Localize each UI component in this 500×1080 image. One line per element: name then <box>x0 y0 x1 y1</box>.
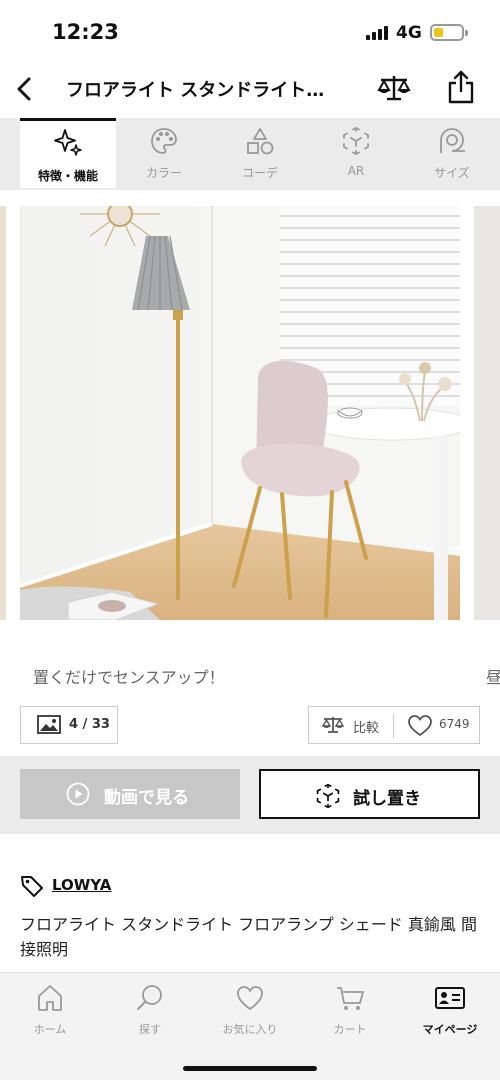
watch-video-label: 動画で見る <box>104 788 189 808</box>
tag-icon <box>20 874 44 898</box>
id-card-icon <box>435 983 465 1013</box>
product-title: フロアライト スタンドライト フロアランプ シェード 真鍮風 間接照明 <box>20 915 477 959</box>
palette-icon <box>149 126 179 156</box>
ar-cube-icon <box>315 783 341 809</box>
nav-label: ホーム <box>33 1023 67 1036</box>
tab-coordinate[interactable]: コーデ <box>212 118 308 188</box>
action-buttons-band: 動画で見る 試し置き <box>0 756 500 834</box>
battery-icon <box>430 24 468 41</box>
nav-home[interactable]: ホーム <box>0 983 100 1043</box>
nav-cart[interactable]: カート <box>300 983 400 1043</box>
nav-label: お気に入り <box>222 1023 278 1036</box>
try-placement-button[interactable]: 試し置き <box>259 769 480 819</box>
shapes-icon <box>245 126 275 156</box>
compare-label[interactable]: 比較 <box>353 717 379 736</box>
tab-colors[interactable]: カラー <box>116 118 212 188</box>
next-image-peek[interactable] <box>474 206 500 620</box>
signal-icon <box>366 26 390 40</box>
brand-name[interactable]: LOWYA <box>52 876 111 894</box>
previous-image-peek[interactable] <box>0 206 6 620</box>
share-icon[interactable] <box>446 68 476 106</box>
tab-ar[interactable]: AR <box>308 118 404 188</box>
image-caption: 置くだけでセンスアップ！ <box>33 668 225 687</box>
home-indicator <box>183 1066 317 1071</box>
image-carousel[interactable]: 置くだけでセンスアップ！ 昼 <box>0 190 500 690</box>
nav-label: 探す <box>139 1023 161 1036</box>
tab-label: コーデ <box>241 166 278 180</box>
tab-label: カラー <box>145 166 182 180</box>
divider <box>393 714 394 738</box>
compare-like-group: 比較 6749 <box>308 706 480 744</box>
page-title: フロアライト スタンドライト… <box>66 80 325 101</box>
ar-cube-icon <box>341 126 371 156</box>
image-counter-button[interactable]: 4 / 33 <box>20 706 118 744</box>
status-time: 12:23 <box>52 20 119 44</box>
nav-mypage[interactable]: マイページ <box>400 983 500 1043</box>
nav-label: マイページ <box>422 1023 478 1036</box>
nav-label: カート <box>333 1023 367 1036</box>
tab-label: サイズ <box>434 166 470 180</box>
back-icon[interactable] <box>10 74 40 104</box>
play-circle-icon <box>66 782 90 806</box>
feature-tabs: 特徴・機能 カラー コーデ AR サイズ <box>0 118 500 190</box>
nav-favorites[interactable]: お気に入り <box>200 983 300 1043</box>
search-icon <box>135 983 165 1013</box>
image-counter: 4 / 33 <box>69 717 110 732</box>
like-count: 6749 <box>439 717 470 731</box>
heart-icon <box>235 983 265 1013</box>
status-bar: 12:23 4G <box>0 0 500 62</box>
watch-video-button[interactable]: 動画で見る <box>20 769 240 819</box>
app-header: フロアライト スタンドライト… <box>0 62 500 118</box>
tab-label: AR <box>347 164 365 178</box>
tab-size[interactable]: サイズ <box>404 118 500 188</box>
tab-label: 特徴・機能 <box>37 169 98 183</box>
sparkle-icon <box>53 127 83 157</box>
bottom-navigation: ホーム 探す お気に入り カート マイページ <box>0 972 500 1080</box>
nav-search[interactable]: 探す <box>100 983 200 1043</box>
heart-icon[interactable] <box>407 714 433 738</box>
tape-measure-icon <box>437 126 467 156</box>
cart-icon <box>335 983 365 1013</box>
gallery-icon <box>37 715 63 735</box>
try-placement-label: 試し置き <box>353 789 421 809</box>
product-image[interactable] <box>20 206 460 620</box>
compare-scale-icon[interactable] <box>321 714 345 736</box>
next-image-caption: 昼 <box>486 668 500 687</box>
home-icon <box>35 983 65 1013</box>
tab-features[interactable]: 特徴・機能 <box>20 118 116 188</box>
network-label: 4G <box>396 23 422 43</box>
compare-scale-icon[interactable] <box>376 72 412 106</box>
